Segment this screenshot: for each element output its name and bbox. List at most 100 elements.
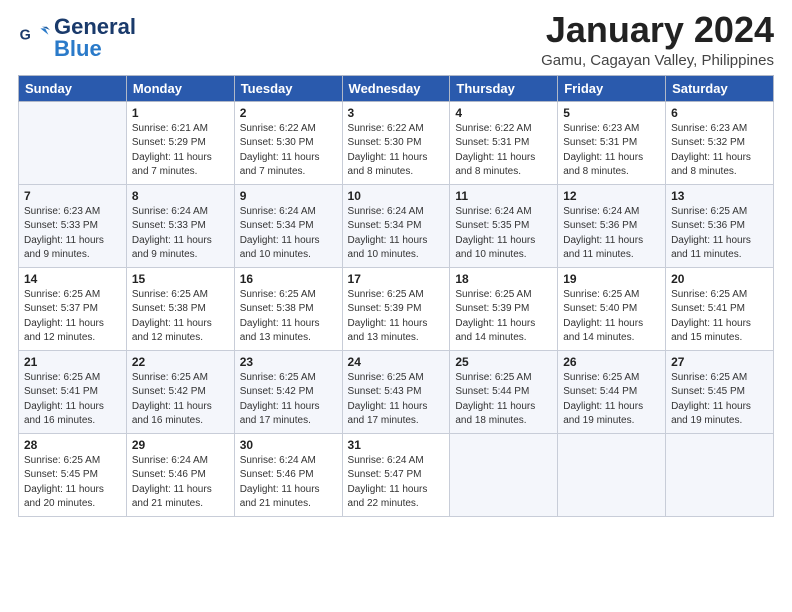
weekday-header-friday: Friday (558, 75, 666, 101)
cell-info: Sunrise: 6:25 AMSunset: 5:40 PMDaylight:… (563, 289, 643, 344)
day-number: 28 (24, 438, 121, 452)
day-number: 2 (240, 106, 337, 120)
header: G General Blue January 2024 Gamu, Cagaya… (18, 10, 774, 69)
day-number: 8 (132, 189, 229, 203)
logo-text: General Blue (54, 16, 136, 60)
calendar-cell: 17 Sunrise: 6:25 AMSunset: 5:39 PMDayligh… (342, 267, 450, 350)
calendar-cell: 25Sunrise: 6:25 AMSunset: 5:44 PMDayligh… (450, 350, 558, 433)
day-number: 27 (671, 355, 768, 369)
calendar-cell: 26 Sunrise: 6:25 AMSunset: 5:44 PMDayligh… (558, 350, 666, 433)
day-number: 21 (24, 355, 121, 369)
day-number: 16 (240, 272, 337, 286)
cell-info: Sunrise: 6:21 AMSunset: 5:29 PMDaylight:… (132, 123, 212, 178)
day-number: 22 (132, 355, 229, 369)
week-row-1: 1Sunrise: 6:21 AMSunset: 5:29 PMDaylight… (19, 101, 774, 184)
day-number: 5 (563, 106, 660, 120)
calendar-cell: 15 Sunrise: 6:25 AMSunset: 5:38 PMDayligh… (126, 267, 234, 350)
calendar-page: G General Blue January 2024 Gamu, Cagaya… (0, 0, 792, 612)
calendar-table: SundayMondayTuesdayWednesdayThursdayFrid… (18, 75, 774, 517)
calendar-cell: 23Sunrise: 6:25 AMSunset: 5:42 PMDayligh… (234, 350, 342, 433)
cell-info: Sunrise: 6:25 AMSunset: 5:39 PMDaylight:… (455, 289, 535, 344)
weekday-header-saturday: Saturday (666, 75, 774, 101)
calendar-cell: 14Sunrise: 6:25 AMSunset: 5:37 PMDayligh… (19, 267, 127, 350)
day-number: 18 (455, 272, 552, 286)
cell-info: Sunrise: 6:24 AMSunset: 5:34 PMDaylight:… (348, 206, 428, 261)
logo-icon: G (18, 22, 50, 54)
cell-info: Sunrise: 6:24 AMSunset: 5:47 PMDaylight:… (348, 455, 428, 510)
day-number: 15 (132, 272, 229, 286)
weekday-header-sunday: Sunday (19, 75, 127, 101)
calendar-cell: 2 Sunrise: 6:22 AMSunset: 5:30 PMDaylight… (234, 101, 342, 184)
cell-info: Sunrise: 6:25 AMSunset: 5:44 PMDaylight:… (563, 372, 643, 427)
cell-info: Sunrise: 6:23 AMSunset: 5:31 PMDaylight:… (563, 123, 643, 178)
calendar-cell: 6 Sunrise: 6:23 AMSunset: 5:32 PMDaylight… (666, 101, 774, 184)
cell-info: Sunrise: 6:22 AMSunset: 5:30 PMDaylight:… (240, 123, 320, 178)
cell-info: Sunrise: 6:23 AMSunset: 5:33 PMDaylight:… (24, 206, 104, 261)
calendar-cell: 24Sunrise: 6:25 AMSunset: 5:43 PMDayligh… (342, 350, 450, 433)
day-number: 13 (671, 189, 768, 203)
calendar-subtitle: Gamu, Cagayan Valley, Philippines (541, 52, 774, 69)
calendar-cell (450, 433, 558, 516)
calendar-cell: 1Sunrise: 6:21 AMSunset: 5:29 PMDaylight… (126, 101, 234, 184)
day-number: 4 (455, 106, 552, 120)
calendar-cell: 5 Sunrise: 6:23 AMSunset: 5:31 PMDaylight… (558, 101, 666, 184)
day-number: 29 (132, 438, 229, 452)
calendar-cell: 27 Sunrise: 6:25 AMSunset: 5:45 PMDayligh… (666, 350, 774, 433)
day-number: 24 (348, 355, 445, 369)
calendar-cell: 18 Sunrise: 6:25 AMSunset: 5:39 PMDayligh… (450, 267, 558, 350)
day-number: 19 (563, 272, 660, 286)
cell-info: Sunrise: 6:24 AMSunset: 5:33 PMDaylight:… (132, 206, 212, 261)
week-row-2: 7 Sunrise: 6:23 AMSunset: 5:33 PMDaylight… (19, 184, 774, 267)
day-number: 17 (348, 272, 445, 286)
title-area: January 2024 Gamu, Cagayan Valley, Phili… (541, 10, 774, 69)
day-number: 3 (348, 106, 445, 120)
calendar-cell: 8 Sunrise: 6:24 AMSunset: 5:33 PMDaylight… (126, 184, 234, 267)
day-number: 9 (240, 189, 337, 203)
calendar-cell: 10 Sunrise: 6:24 AMSunset: 5:34 PMDayligh… (342, 184, 450, 267)
cell-info: Sunrise: 6:25 AMSunset: 5:38 PMDaylight:… (132, 289, 212, 344)
weekday-header-monday: Monday (126, 75, 234, 101)
day-number: 20 (671, 272, 768, 286)
cell-info: Sunrise: 6:25 AMSunset: 5:37 PMDaylight:… (24, 289, 104, 344)
cell-info: Sunrise: 6:25 AMSunset: 5:39 PMDaylight:… (348, 289, 428, 344)
cell-info: Sunrise: 6:25 AMSunset: 5:42 PMDaylight:… (132, 372, 212, 427)
calendar-cell: 21Sunrise: 6:25 AMSunset: 5:41 PMDayligh… (19, 350, 127, 433)
week-row-3: 14Sunrise: 6:25 AMSunset: 5:37 PMDayligh… (19, 267, 774, 350)
weekday-header-thursday: Thursday (450, 75, 558, 101)
day-number: 11 (455, 189, 552, 203)
day-number: 10 (348, 189, 445, 203)
calendar-cell: 30Sunrise: 6:24 AMSunset: 5:46 PMDayligh… (234, 433, 342, 516)
svg-text:G: G (20, 28, 31, 44)
cell-info: Sunrise: 6:25 AMSunset: 5:41 PMDaylight:… (671, 289, 751, 344)
calendar-cell: 29Sunrise: 6:24 AMSunset: 5:46 PMDayligh… (126, 433, 234, 516)
cell-info: Sunrise: 6:25 AMSunset: 5:45 PMDaylight:… (24, 455, 104, 510)
day-number: 25 (455, 355, 552, 369)
calendar-cell (19, 101, 127, 184)
cell-info: Sunrise: 6:24 AMSunset: 5:35 PMDaylight:… (455, 206, 535, 261)
calendar-cell: 4Sunrise: 6:22 AMSunset: 5:31 PMDaylight… (450, 101, 558, 184)
day-number: 7 (24, 189, 121, 203)
cell-info: Sunrise: 6:25 AMSunset: 5:45 PMDaylight:… (671, 372, 751, 427)
cell-info: Sunrise: 6:25 AMSunset: 5:38 PMDaylight:… (240, 289, 320, 344)
cell-info: Sunrise: 6:25 AMSunset: 5:42 PMDaylight:… (240, 372, 320, 427)
calendar-cell: 13Sunrise: 6:25 AMSunset: 5:36 PMDayligh… (666, 184, 774, 267)
logo: G General Blue (18, 16, 136, 60)
calendar-cell: 7 Sunrise: 6:23 AMSunset: 5:33 PMDaylight… (19, 184, 127, 267)
cell-info: Sunrise: 6:23 AMSunset: 5:32 PMDaylight:… (671, 123, 751, 178)
calendar-cell: 19 Sunrise: 6:25 AMSunset: 5:40 PMDayligh… (558, 267, 666, 350)
calendar-cell: 28 Sunrise: 6:25 AMSunset: 5:45 PMDayligh… (19, 433, 127, 516)
calendar-cell: 16 Sunrise: 6:25 AMSunset: 5:38 PMDayligh… (234, 267, 342, 350)
day-number: 26 (563, 355, 660, 369)
calendar-cell (558, 433, 666, 516)
weekday-header-row: SundayMondayTuesdayWednesdayThursdayFrid… (19, 75, 774, 101)
calendar-cell: 31Sunrise: 6:24 AMSunset: 5:47 PMDayligh… (342, 433, 450, 516)
cell-info: Sunrise: 6:22 AMSunset: 5:30 PMDaylight:… (348, 123, 428, 178)
calendar-cell: 11 Sunrise: 6:24 AMSunset: 5:35 PMDayligh… (450, 184, 558, 267)
weekday-header-tuesday: Tuesday (234, 75, 342, 101)
calendar-cell: 22 Sunrise: 6:25 AMSunset: 5:42 PMDayligh… (126, 350, 234, 433)
week-row-4: 21Sunrise: 6:25 AMSunset: 5:41 PMDayligh… (19, 350, 774, 433)
cell-info: Sunrise: 6:24 AMSunset: 5:34 PMDaylight:… (240, 206, 320, 261)
day-number: 6 (671, 106, 768, 120)
cell-info: Sunrise: 6:24 AMSunset: 5:46 PMDaylight:… (240, 455, 320, 510)
calendar-cell (666, 433, 774, 516)
